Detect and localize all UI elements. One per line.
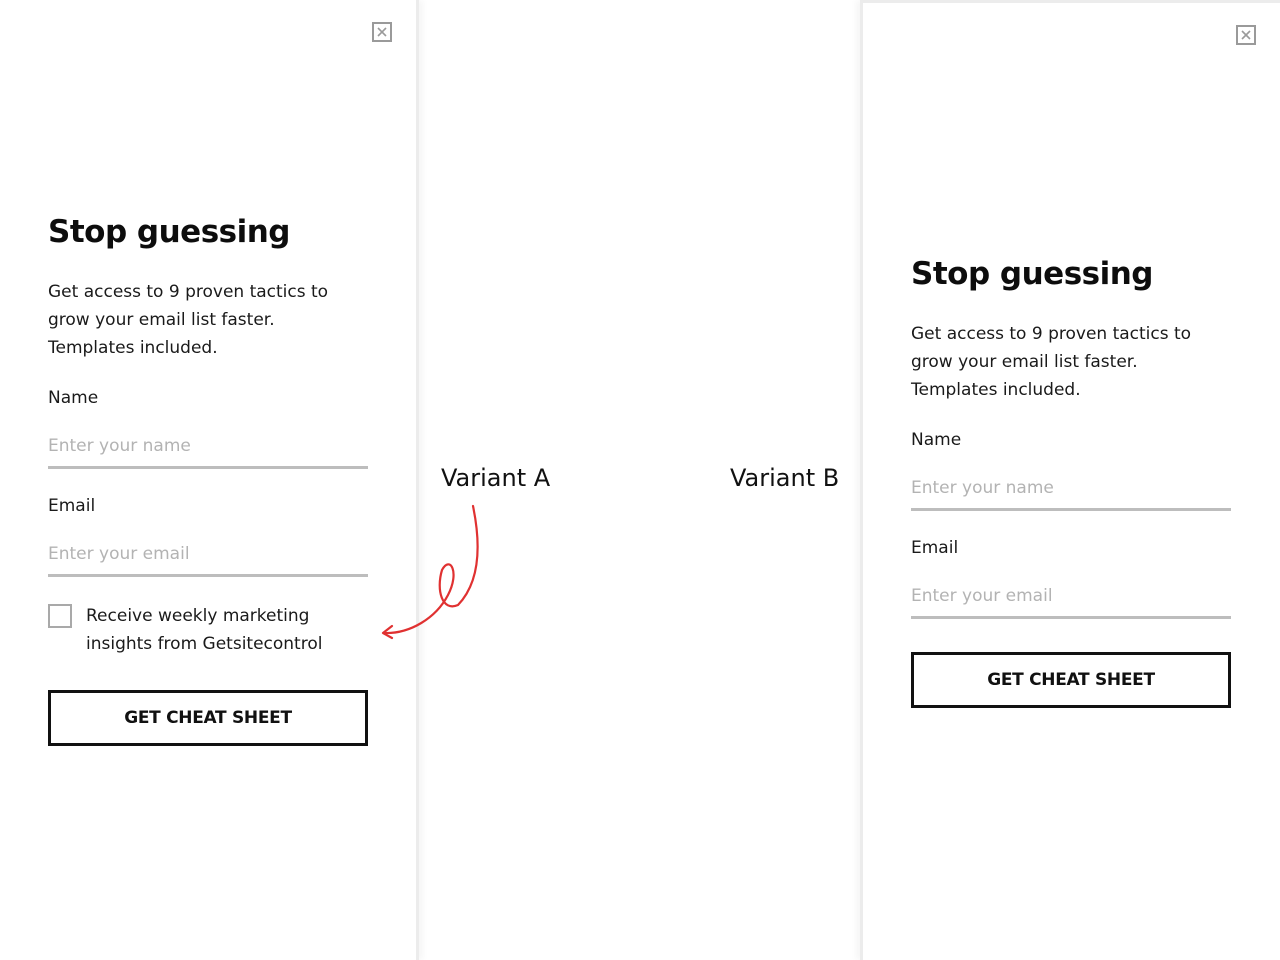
get-cheat-sheet-button[interactable]: GET CHEAT SHEET (48, 690, 368, 746)
email-label: Email (911, 538, 959, 558)
variant-b-label: Variant B (730, 464, 840, 492)
popup-title: Stop guessing (911, 256, 1154, 292)
popup-description: Get access to 9 proven tactics to grow y… (48, 278, 378, 362)
marketing-consent-checkbox[interactable] (48, 604, 72, 628)
email-input[interactable] (911, 576, 1231, 619)
close-button[interactable] (372, 22, 392, 42)
description-line: Get access to 9 proven tactics to (911, 324, 1192, 344)
marketing-consent-label: Receive weekly marketing insights from G… (86, 602, 386, 658)
name-input[interactable] (911, 468, 1231, 511)
name-label: Name (48, 388, 99, 408)
popup-description: Get access to 9 proven tactics to grow y… (911, 320, 1241, 404)
consent-line: insights from Getsitecontrol (86, 634, 323, 654)
variant-a-label: Variant A (441, 464, 551, 492)
email-input[interactable] (48, 534, 368, 577)
get-cheat-sheet-button[interactable]: GET CHEAT SHEET (911, 652, 1231, 708)
consent-line: Receive weekly marketing (86, 606, 310, 626)
description-line: Templates included. (48, 338, 218, 358)
description-line: grow your email list faster. (48, 310, 275, 330)
popup-title: Stop guessing (48, 214, 291, 250)
curly-arrow-icon (381, 504, 479, 640)
description-line: Get access to 9 proven tactics to (48, 282, 329, 302)
close-icon (1241, 30, 1251, 40)
email-label: Email (48, 496, 96, 516)
variant-b-popup: Stop guessing Get access to 9 proven tac… (860, 0, 1280, 960)
name-input[interactable] (48, 426, 368, 469)
close-icon (377, 27, 387, 37)
close-button[interactable] (1236, 25, 1256, 45)
name-label: Name (911, 430, 962, 450)
description-line: grow your email list faster. (911, 352, 1138, 372)
variant-a-popup: Stop guessing Get access to 9 proven tac… (0, 0, 419, 960)
description-line: Templates included. (911, 380, 1081, 400)
